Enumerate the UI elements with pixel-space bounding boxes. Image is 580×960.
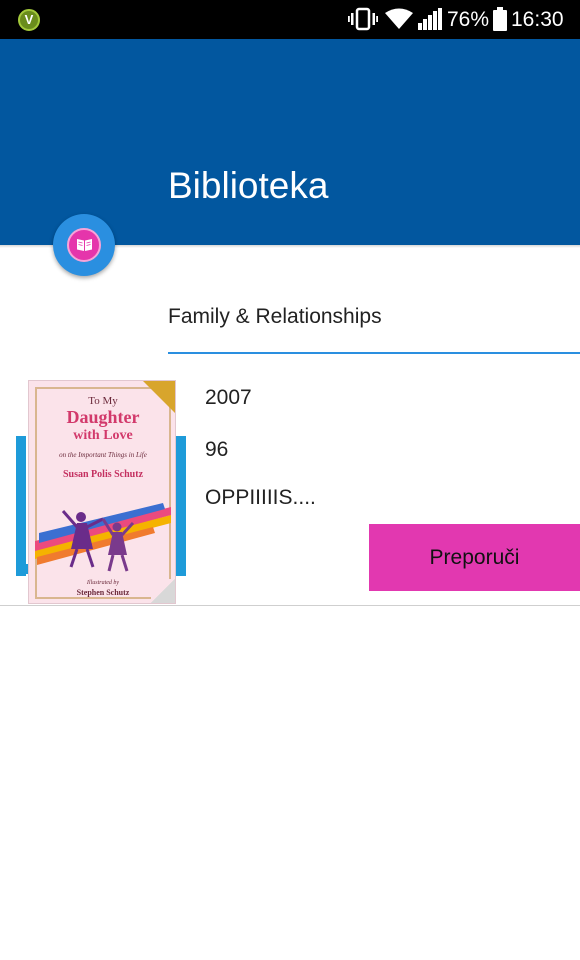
carrier-logo-icon: V <box>18 9 40 31</box>
cover-line-4: on the Important Things in Life <box>59 451 147 459</box>
category-label: Family & Relationships <box>168 305 382 328</box>
book-description: OPPIIIIIS.... <box>205 486 316 509</box>
book-open-icon <box>77 239 92 251</box>
book-cover-holder: To My Daughter with Love on the Importan… <box>16 380 190 604</box>
book-cover-image: To My Daughter with Love on the Importan… <box>28 380 176 604</box>
library-fab-button[interactable] <box>53 214 115 276</box>
cover-author: Susan Polis Schutz <box>62 469 144 480</box>
signal-icon <box>418 8 442 30</box>
battery-icon <box>493 7 507 31</box>
book-year: 2007 <box>205 386 252 409</box>
page-curl-icon <box>151 579 175 603</box>
recommend-button[interactable]: Preporuči <box>369 524 580 591</box>
cover-line-3: with Love <box>73 428 133 443</box>
fab-inner-circle <box>67 228 101 262</box>
cover-stand-left <box>16 436 26 576</box>
cover-illustration <box>35 503 171 572</box>
row-divider <box>0 605 580 606</box>
status-bar: V 76% 16:30 <box>0 0 580 39</box>
cover-line-2: Daughter <box>66 407 140 427</box>
book-pages: 96 <box>205 438 229 461</box>
page-title: Biblioteka <box>168 165 329 206</box>
category-underline <box>168 352 580 354</box>
wifi-icon <box>385 8 413 29</box>
cover-line-1: To My <box>88 395 118 407</box>
status-clock: 16:30 <box>511 8 564 31</box>
battery-percent: 76% <box>447 8 490 31</box>
cover-stand-right <box>176 436 186 576</box>
list-item[interactable]: To My Daughter with Love on the Importan… <box>0 370 580 606</box>
vibrate-icon <box>348 7 378 31</box>
